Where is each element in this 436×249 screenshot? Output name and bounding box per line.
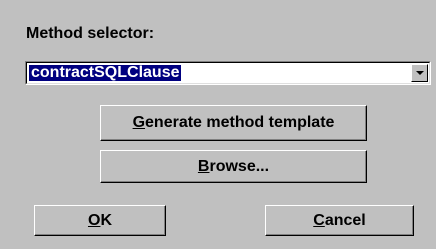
cancel-button-text: ancel bbox=[324, 212, 366, 229]
generate-method-template-button[interactable]: Generate method template bbox=[100, 105, 367, 141]
ok-button-mnemonic: O bbox=[87, 212, 101, 229]
method-select-value[interactable]: contractSQLClause bbox=[29, 65, 182, 81]
browse-button-text: rowse... bbox=[209, 158, 270, 175]
browse-button[interactable]: Browse... bbox=[100, 150, 367, 183]
method-selector-label: Method selector: bbox=[26, 25, 155, 42]
generate-button-mnemonic: G bbox=[132, 114, 146, 131]
method-selector-dialog: Method selector: contractSQLClause Gener… bbox=[0, 0, 436, 249]
dropdown-arrow-button[interactable] bbox=[411, 64, 428, 82]
browse-button-mnemonic: B bbox=[197, 158, 210, 175]
cancel-button[interactable]: Cancel bbox=[265, 205, 414, 236]
cancel-button-label: Cancel bbox=[313, 206, 365, 235]
generate-button-text: enerate method template bbox=[145, 114, 335, 131]
browse-button-label: Browse... bbox=[198, 151, 269, 182]
ok-button-text: K bbox=[100, 212, 112, 229]
ok-button-label: OK bbox=[88, 206, 112, 235]
method-select[interactable]: contractSQLClause bbox=[25, 61, 431, 85]
chevron-down-icon bbox=[416, 71, 424, 75]
generate-button-label: Generate method template bbox=[133, 106, 335, 140]
cancel-button-mnemonic: C bbox=[313, 212, 325, 229]
ok-button[interactable]: OK bbox=[34, 205, 166, 236]
